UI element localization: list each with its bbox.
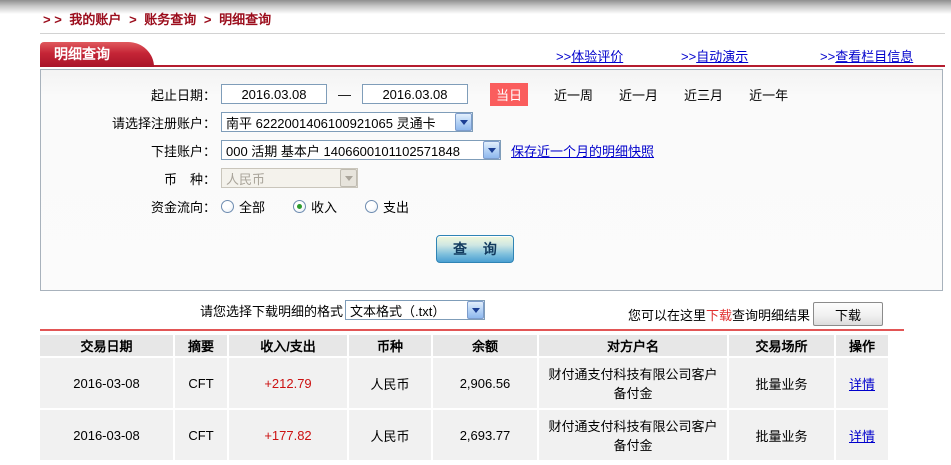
- quick-range-today[interactable]: 当日: [490, 83, 528, 106]
- breadcrumb: > > 我的账户 > 账务查询 > 明细查询: [43, 9, 275, 28]
- tab-bar: 明细查询 >>体验评价 >>自动演示 >>查看栏目信息: [40, 42, 945, 67]
- date-separator: —: [338, 87, 351, 102]
- registered-account-label: 请选择注册账户：: [41, 113, 216, 132]
- query-form-panel: 起止日期： — 当日 近一周 近一月 近三月 近一年 请选择注册账户： 南平 6…: [40, 69, 943, 291]
- radio-expense-label[interactable]: 支出: [383, 197, 409, 216]
- cell-venue: 批量业务: [729, 358, 834, 408]
- breadcrumb-separator: >: [204, 12, 212, 27]
- cell-summary: CFT: [175, 358, 227, 408]
- breadcrumb-item-detail-query: 明细查询: [219, 12, 271, 27]
- currency-value: 人民币: [222, 169, 340, 188]
- radio-icon[interactable]: [365, 200, 378, 213]
- registered-account-row: 请选择注册账户： 南平 6222001406100921065 灵通卡: [41, 111, 942, 133]
- quick-range-month[interactable]: 近一月: [619, 85, 658, 104]
- breadcrumb-item-my-account[interactable]: 我的账户: [69, 12, 121, 27]
- sub-account-value: 000 活期 基本户 1406600101102571848: [222, 141, 483, 160]
- breadcrumb-prefix: > >: [43, 12, 62, 27]
- chevron-down-icon[interactable]: [455, 113, 472, 131]
- date-from-input[interactable]: [221, 84, 327, 104]
- chevron-down-icon: [340, 169, 357, 187]
- sub-account-select[interactable]: 000 活期 基本户 1406600101102571848: [221, 140, 501, 160]
- fund-flow-row: 资金流向： 全部 收入 支出: [41, 195, 942, 217]
- cell-counterparty: 财付通支付科技有限公司客户备付金: [539, 358, 727, 408]
- link-label: 查看栏目信息: [835, 49, 913, 64]
- save-snapshot-link[interactable]: 保存近一个月的明细快照: [511, 141, 654, 160]
- link-prefix: >>: [556, 49, 571, 64]
- header-venue: 交易场所: [729, 335, 834, 356]
- cell-balance: 2,693.77: [433, 410, 537, 460]
- link-view-column-info[interactable]: >>查看栏目信息: [820, 46, 913, 65]
- cell-action: 详情: [836, 358, 888, 408]
- radio-checked-icon[interactable]: [293, 200, 306, 213]
- table-top-divider: [40, 329, 904, 331]
- link-label: 体验评价: [571, 49, 623, 64]
- registered-account-value: 南平 6222001406100921065 灵通卡: [222, 113, 455, 132]
- radio-income[interactable]: 收入: [293, 197, 337, 216]
- header-currency: 币种: [349, 335, 431, 356]
- download-hint-highlight: 下载: [706, 305, 732, 324]
- detail-link[interactable]: 详情: [849, 377, 875, 392]
- download-format-label: 请您选择下载明细的格式: [200, 301, 343, 320]
- quick-range-week[interactable]: 近一周: [554, 85, 593, 104]
- header-summary: 摘要: [175, 335, 227, 356]
- header-date: 交易日期: [40, 335, 173, 356]
- cell-amount: +212.79: [229, 358, 347, 408]
- link-prefix: >>: [681, 49, 696, 64]
- tab-detail-query: 明细查询: [40, 42, 128, 67]
- download-row: 请您选择下载明细的格式 文本格式（.txt） 您可以在这里下载查询明细结果 下载: [40, 300, 943, 326]
- currency-select: 人民币: [221, 168, 358, 188]
- radio-expense[interactable]: 支出: [365, 197, 409, 216]
- link-label: 自动演示: [696, 49, 748, 64]
- download-hint-before: 您可以在这里: [628, 305, 706, 324]
- download-hint-after: 查询明细结果: [732, 305, 810, 324]
- cell-balance: 2,906.56: [433, 358, 537, 408]
- chevron-down-icon[interactable]: [483, 141, 500, 159]
- cell-action: 详情: [836, 410, 888, 460]
- currency-row: 币 种： 人民币: [41, 167, 942, 189]
- table-header-row: 交易日期 摘要 收入/支出 币种 余额 对方户名 交易场所 操作: [40, 335, 888, 356]
- radio-income-label[interactable]: 收入: [311, 197, 337, 216]
- download-format-select[interactable]: 文本格式（.txt）: [345, 300, 485, 320]
- date-to-input[interactable]: [362, 84, 468, 104]
- currency-label: 币 种：: [41, 169, 216, 188]
- date-range-label: 起止日期：: [41, 85, 216, 104]
- table-row: 2016-03-08 CFT +177.82 人民币 2,693.77 财付通支…: [40, 410, 888, 460]
- breadcrumb-divider: [40, 33, 945, 34]
- link-experience-rating[interactable]: >>体验评价: [556, 46, 623, 65]
- transactions-table: 交易日期 摘要 收入/支出 币种 余额 对方户名 交易场所 操作 2016-03…: [38, 333, 890, 462]
- header-balance: 余额: [433, 335, 537, 356]
- cell-currency: 人民币: [349, 410, 431, 460]
- header-action: 操作: [836, 335, 888, 356]
- cell-summary: CFT: [175, 410, 227, 460]
- header-counterparty: 对方户名: [539, 335, 727, 356]
- breadcrumb-item-account-query[interactable]: 账务查询: [144, 12, 196, 27]
- radio-icon[interactable]: [221, 200, 234, 213]
- download-button[interactable]: 下载: [813, 302, 883, 326]
- detail-link[interactable]: 详情: [849, 429, 875, 444]
- sub-account-row: 下挂账户： 000 活期 基本户 1406600101102571848 保存近…: [41, 139, 942, 161]
- registered-account-select[interactable]: 南平 6222001406100921065 灵通卡: [221, 112, 473, 132]
- header-amount: 收入/支出: [229, 335, 347, 356]
- sub-account-label: 下挂账户：: [41, 141, 216, 160]
- date-range-row: 起止日期： — 当日 近一周 近一月 近三月 近一年: [41, 83, 942, 105]
- radio-all-label[interactable]: 全部: [239, 197, 265, 216]
- radio-all[interactable]: 全部: [221, 197, 265, 216]
- link-auto-demo[interactable]: >>自动演示: [681, 46, 748, 65]
- table-row: 2016-03-08 CFT +212.79 人民币 2,906.56 财付通支…: [40, 358, 888, 408]
- cell-currency: 人民币: [349, 358, 431, 408]
- chevron-down-icon[interactable]: [467, 301, 484, 319]
- quick-range-year[interactable]: 近一年: [749, 85, 788, 104]
- cell-counterparty: 财付通支付科技有限公司客户备付金: [539, 410, 727, 460]
- link-prefix: >>: [820, 49, 835, 64]
- cell-venue: 批量业务: [729, 410, 834, 460]
- cell-date: 2016-03-08: [40, 358, 173, 408]
- download-format-value: 文本格式（.txt）: [346, 301, 467, 320]
- cell-amount: +177.82: [229, 410, 347, 460]
- quick-range-quarter[interactable]: 近三月: [684, 85, 723, 104]
- query-button[interactable]: 查 询: [436, 235, 514, 263]
- fund-flow-label: 资金流向：: [41, 197, 216, 216]
- cell-date: 2016-03-08: [40, 410, 173, 460]
- breadcrumb-separator: >: [129, 12, 137, 27]
